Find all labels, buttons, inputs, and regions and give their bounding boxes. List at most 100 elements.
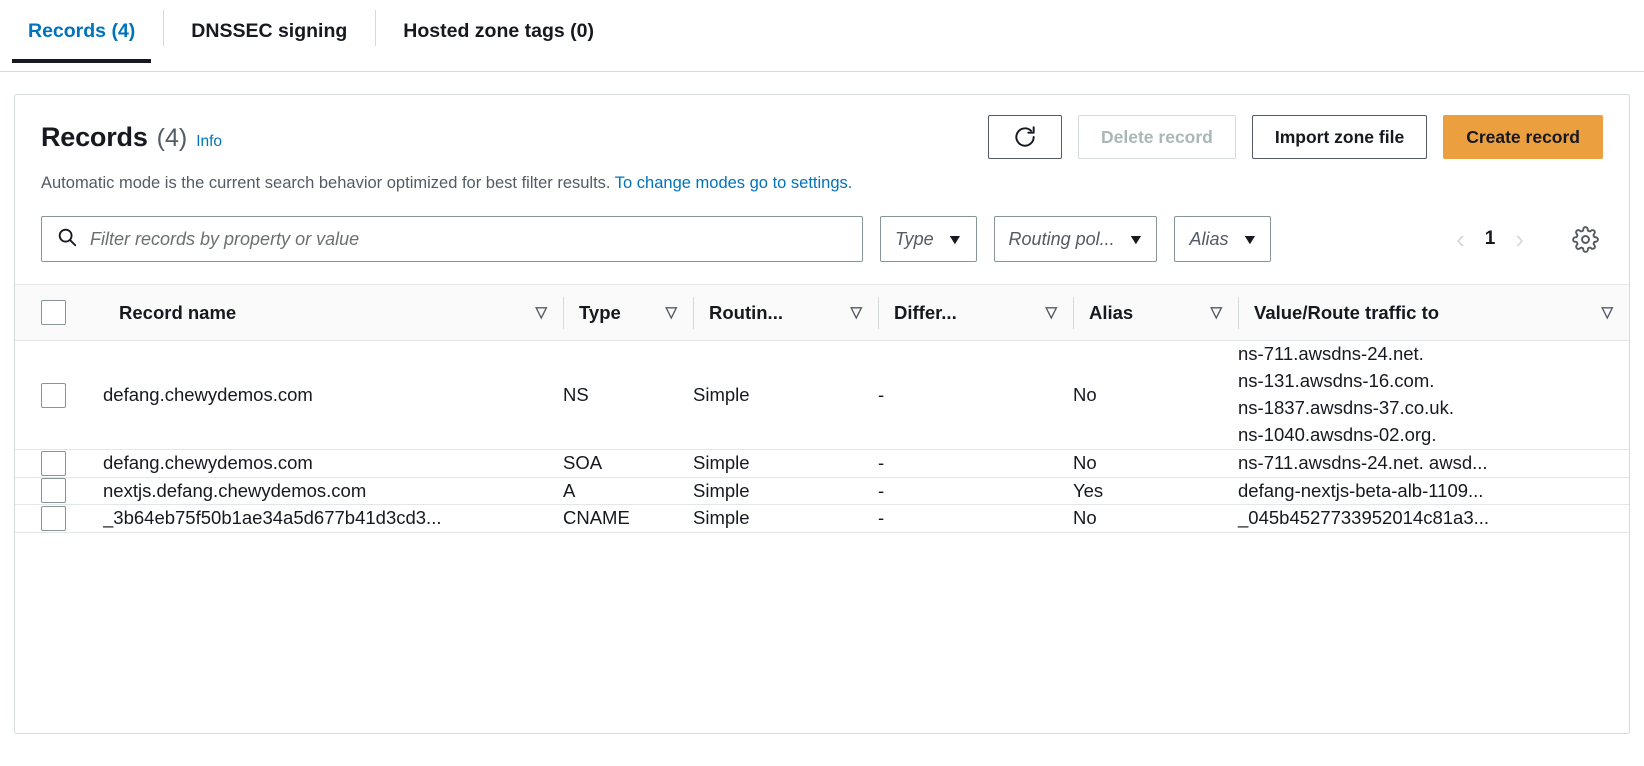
search-icon <box>56 226 78 253</box>
record-name-cell-text: _3b64eb75f50b1ae34a5d677b41d3cd3... <box>103 507 442 529</box>
pagination-page-number[interactable]: 1 <box>1485 228 1496 250</box>
value-line: _045b4527733952014c81a3... <box>1238 507 1490 529</box>
record-type-cell-text: A <box>563 479 576 501</box>
value-line: ns-1837.awsdns-37.co.uk. <box>1238 397 1454 419</box>
table-row[interactable]: defang.chewydemos.com NS Simple - No ns-711.a… <box>15 341 1629 450</box>
search-mode-note: Automatic mode is the current search beh… <box>41 173 1603 194</box>
alias-cell: No <box>1073 341 1238 449</box>
value-list: _045b4527733952014c81a3... <box>1238 505 1629 532</box>
refresh-icon <box>1012 124 1038 150</box>
table-row[interactable]: _3b64eb75f50b1ae34a5d677b41d3cd3... CNAME… <box>15 505 1629 533</box>
alias-cell: No <box>1073 505 1238 533</box>
info-link[interactable]: Info <box>196 133 222 151</box>
panel-title: Records <box>41 121 148 152</box>
column-header-routing-policy[interactable]: Routin... ▽ <box>693 284 878 342</box>
column-header-routing-policy-label: Routin... <box>709 301 783 323</box>
differentiator-cell-text: - <box>878 383 885 405</box>
routing-policy-cell: Simple <box>693 477 878 505</box>
column-header-record-name[interactable]: Record name ▽ <box>103 284 563 342</box>
differentiator-cell: - <box>878 477 1073 505</box>
filter-type-label: Type <box>895 228 934 249</box>
delete-record-button[interactable]: Delete record <box>1078 115 1236 159</box>
column-header-value-route-traffic-to[interactable]: Value/Route traffic to ▽ <box>1238 284 1629 342</box>
alias-cell-text: Yes <box>1073 479 1104 501</box>
filter-alias-select[interactable]: Alias ▼ <box>1174 216 1272 263</box>
row-checkbox[interactable] <box>41 506 66 532</box>
sort-descending-icon[interactable]: ▽ <box>1045 305 1057 320</box>
panel-actions: Delete record Import zone file Create re… <box>988 115 1603 159</box>
column-header-differentiator[interactable]: Differ... ▽ <box>878 284 1073 342</box>
value-line: defang-nextjs-beta-alb-1109... <box>1238 479 1484 501</box>
create-record-button[interactable]: Create record <box>1443 115 1603 159</box>
record-name-cell-text: nextjs.defang.chewydemos.com <box>103 479 367 501</box>
tab-dnssec-signing[interactable]: DNSSEC signing <box>163 0 375 62</box>
record-type-cell-text: NS <box>563 383 589 405</box>
alias-cell: No <box>1073 449 1238 477</box>
value-route-traffic-to-cell: defang-nextjs-beta-alb-1109... <box>1238 477 1629 505</box>
filter-type-select[interactable]: Type ▼ <box>880 216 977 263</box>
row-select-cell <box>15 449 103 477</box>
row-select-cell <box>15 341 103 449</box>
table-row[interactable]: defang.chewydemos.com SOA Simple - No ns-711.… <box>15 449 1629 477</box>
change-modes-link[interactable]: To change modes go to settings. <box>615 174 853 192</box>
column-header-alias[interactable]: Alias ▽ <box>1073 284 1238 342</box>
import-zone-file-button[interactable]: Import zone file <box>1251 115 1428 159</box>
routing-policy-cell-text: Simple <box>693 383 750 405</box>
sort-descending-icon[interactable]: ▽ <box>665 305 677 320</box>
tab-dnssec-signing-label: DNSSEC signing <box>191 19 348 42</box>
record-type-cell: CNAME <box>563 505 693 533</box>
alias-cell: Yes <box>1073 477 1238 505</box>
sort-descending-icon[interactable]: ▽ <box>535 305 547 320</box>
filter-routing-policy-select[interactable]: Routing pol... ▼ <box>993 216 1158 263</box>
differentiator-cell-text: - <box>878 507 885 529</box>
alias-cell-text: No <box>1073 451 1097 473</box>
row-checkbox[interactable] <box>41 382 66 408</box>
chevron-left-icon[interactable]: ‹ <box>1456 226 1465 252</box>
row-select-cell <box>15 505 103 533</box>
routing-policy-cell: Simple <box>693 341 878 449</box>
record-type-cell-text: CNAME <box>563 507 630 529</box>
sort-descending-icon[interactable]: ▽ <box>850 305 862 320</box>
routing-policy-cell-text: Simple <box>693 507 750 529</box>
value-list: defang-nextjs-beta-alb-1109... <box>1238 478 1629 505</box>
select-all-header <box>15 284 103 342</box>
column-header-alias-label: Alias <box>1089 301 1134 323</box>
filter-toolbar: Type ▼ Routing pol... ▼ Alias ▼ ‹ 1 › <box>15 194 1629 284</box>
records-panel: Records (4) Info Delete record Import zo… <box>14 94 1630 734</box>
records-table: Record name ▽ Type ▽ Routin... ▽ Differ.… <box>15 284 1629 533</box>
tab-records[interactable]: Records (4) <box>0 0 163 63</box>
tab-hosted-zone-tags[interactable]: Hosted zone tags (0) <box>375 0 622 62</box>
row-checkbox[interactable] <box>41 478 66 504</box>
table-body: defang.chewydemos.com NS Simple - No ns-711.a… <box>15 341 1629 533</box>
select-all-checkbox[interactable] <box>41 300 66 326</box>
differentiator-cell: - <box>878 341 1073 449</box>
alias-cell-text: No <box>1073 507 1097 529</box>
row-select-cell <box>15 477 103 505</box>
page-title: Records (4) Info <box>41 122 222 153</box>
sort-descending-icon[interactable]: ▽ <box>1210 305 1222 320</box>
routing-policy-cell-text: Simple <box>693 479 750 501</box>
column-header-differentiator-label: Differ... <box>894 301 957 323</box>
column-header-type[interactable]: Type ▽ <box>563 284 693 342</box>
table-row[interactable]: nextjs.defang.chewydemos.com A Simple - Yes d… <box>15 477 1629 505</box>
search-box[interactable] <box>41 216 863 263</box>
refresh-button[interactable] <box>988 115 1063 159</box>
record-name-cell: defang.chewydemos.com <box>103 449 563 477</box>
chevron-down-icon: ▼ <box>1126 231 1145 248</box>
chevron-down-icon: ▼ <box>1240 231 1259 248</box>
record-type-cell: NS <box>563 341 693 449</box>
chevron-right-icon[interactable]: › <box>1515 226 1524 252</box>
value-route-traffic-to-cell: _045b4527733952014c81a3... <box>1238 505 1629 533</box>
value-route-traffic-to-cell: ns-711.awsdns-24.net. ns-131.awsdns-16.co… <box>1238 341 1629 449</box>
tab-hosted-zone-tags-label: Hosted zone tags (0) <box>403 19 594 42</box>
gear-icon[interactable] <box>1572 226 1599 253</box>
sort-descending-icon[interactable]: ▽ <box>1601 305 1613 320</box>
record-name-cell: nextjs.defang.chewydemos.com <box>103 477 563 505</box>
column-header-record-name-label: Record name <box>119 301 237 323</box>
panel-header: Records (4) Info Delete record Import zo… <box>15 95 1629 194</box>
search-input[interactable] <box>90 228 848 250</box>
tab-records-label: Records (4) <box>28 19 136 42</box>
row-checkbox[interactable] <box>41 450 66 476</box>
record-type-cell: A <box>563 477 693 505</box>
routing-policy-cell: Simple <box>693 449 878 477</box>
